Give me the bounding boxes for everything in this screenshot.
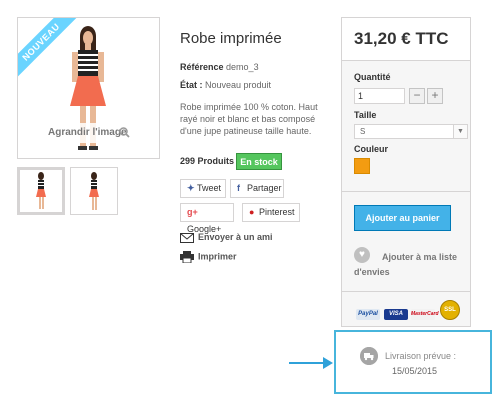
- mastercard-logo: MasterCard: [411, 309, 439, 320]
- quantity-label: Quantité: [354, 72, 391, 82]
- zoom-icon: [119, 127, 130, 138]
- delivery-highlight: [334, 330, 492, 394]
- thumbnail-image: [89, 172, 99, 210]
- facebook-icon: f: [237, 183, 240, 193]
- stock-quantity: 299 Produits: [180, 156, 235, 166]
- stock-badge: En stock: [236, 153, 282, 170]
- product-description: Robe imprimée 100 % coton. Haut rayé noi…: [180, 102, 318, 136]
- google-plus-icon: g+: [187, 207, 198, 217]
- reference-label: Référence: [180, 62, 224, 72]
- reference-row: Référence demo_3: [180, 62, 259, 72]
- tweet-button[interactable]: ✦ Tweet: [180, 179, 226, 198]
- add-to-cart-button[interactable]: Ajouter au panier: [354, 205, 451, 231]
- color-swatch-orange[interactable]: [354, 158, 370, 174]
- ssl-seal: SSL: [440, 300, 460, 320]
- reference-value: demo_3: [226, 62, 259, 72]
- print-label: Imprimer: [198, 251, 237, 262]
- condition-label: État :: [180, 80, 203, 90]
- chevron-down-icon: ▼: [453, 125, 467, 138]
- pinterest-icon: ●: [249, 207, 255, 217]
- arrow-right-icon: [323, 357, 333, 369]
- google-plus-button[interactable]: g+Google+: [180, 203, 234, 234]
- condition-value: Nouveau produit: [205, 80, 272, 90]
- delivery-date: 15/05/2015: [392, 366, 438, 376]
- printer-icon: [180, 251, 194, 263]
- twitter-icon: ✦: [187, 183, 195, 193]
- share-label: Partager: [247, 183, 282, 193]
- size-value: S: [360, 127, 366, 136]
- thumbnail-1[interactable]: [17, 167, 65, 215]
- heart-icon: ♥: [354, 247, 370, 263]
- pinterest-label: Pinterest: [259, 207, 295, 217]
- wishlist-link[interactable]: Ajouter à ma liste d'envies: [354, 250, 462, 280]
- pinterest-button[interactable]: ● Pinterest: [242, 203, 300, 222]
- quantity-plus-button[interactable]: +: [427, 88, 443, 104]
- enlarge-label: Agrandir l'image: [48, 127, 127, 138]
- truck-icon: [360, 347, 378, 365]
- print-link[interactable]: Imprimer: [180, 251, 237, 263]
- condition-row: État : Nouveau produit: [180, 80, 271, 90]
- paypal-logo: PayPal: [356, 309, 380, 320]
- divider: [342, 191, 470, 192]
- color-label: Couleur: [354, 144, 389, 154]
- quantity-input[interactable]: 1: [354, 88, 405, 104]
- quantity-minus-button[interactable]: −: [409, 88, 425, 104]
- envelope-icon: [180, 232, 194, 243]
- share-button[interactable]: f Partager: [230, 179, 284, 198]
- annotation-arrow: [289, 362, 327, 364]
- thumbnail-image: [36, 172, 46, 209]
- send-friend-label: Envoyer à un ami: [198, 232, 273, 242]
- size-label: Taille: [354, 110, 377, 120]
- tweet-label: Tweet: [197, 183, 222, 193]
- delivery-label: Livraison prévue :: [385, 351, 457, 361]
- product-title: Robe imprimée: [180, 30, 282, 47]
- enlarge-image-button[interactable]: Agrandir l'image: [45, 123, 134, 143]
- price: 31,20 € TTC: [354, 29, 449, 48]
- visa-logo: VISA: [384, 309, 408, 320]
- product-main-image[interactable]: NOUVEAU Agrandir l'image: [17, 17, 160, 159]
- divider: [342, 291, 470, 292]
- thumbnail-2[interactable]: [70, 167, 118, 215]
- size-select[interactable]: S ▼: [354, 124, 468, 139]
- send-friend-link[interactable]: Envoyer à un ami: [180, 232, 273, 243]
